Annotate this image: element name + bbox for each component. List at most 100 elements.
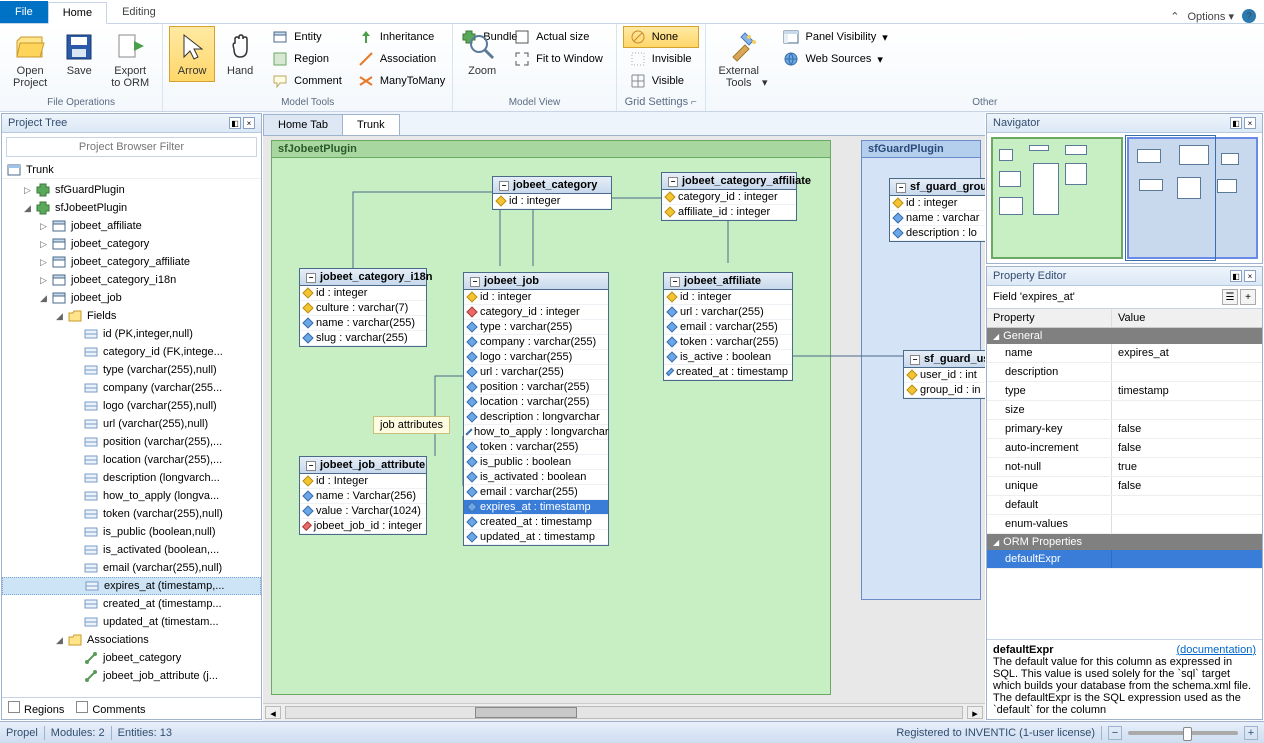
expander-icon[interactable] — [70, 527, 81, 538]
grid-none-button[interactable]: None — [623, 26, 699, 48]
edit-button[interactable]: ☰ — [1222, 289, 1238, 305]
field-row[interactable]: value : Varchar(1024) — [300, 504, 426, 519]
expander-icon[interactable]: ◢ — [54, 635, 65, 646]
entity-jobeet_category_affiliate[interactable]: −jobeet_category_affiliatecategory_id : … — [661, 172, 797, 221]
tab-file[interactable]: File — [0, 1, 48, 23]
manytomany-tool-button[interactable]: ManyToMany — [351, 70, 452, 92]
zoom-out-button[interactable]: − — [1108, 726, 1122, 740]
entity-tool-button[interactable]: Entity — [265, 26, 349, 48]
tree-item[interactable]: ◢Fields — [2, 307, 261, 325]
documentation-link[interactable]: (documentation) — [1176, 644, 1256, 656]
property-row[interactable]: size — [987, 401, 1262, 420]
property-row[interactable]: uniquefalse — [987, 477, 1262, 496]
property-row[interactable]: typetimestamp — [987, 382, 1262, 401]
tree-item[interactable]: type (varchar(255),null) — [2, 361, 261, 379]
property-row[interactable]: default — [987, 496, 1262, 515]
add-button[interactable]: + — [1240, 289, 1256, 305]
expander-icon[interactable] — [70, 671, 81, 682]
field-row[interactable]: name : varchar — [890, 211, 985, 226]
tree-item[interactable]: logo (varchar(255),null) — [2, 397, 261, 415]
expander-icon[interactable]: ▷ — [22, 185, 33, 196]
panel-visibility-button[interactable]: Panel Visibility ▾ — [776, 26, 894, 48]
tree-item[interactable]: jobeet_category — [2, 649, 261, 667]
section-general[interactable]: General — [987, 328, 1262, 344]
field-row[interactable]: name : varchar(255) — [300, 316, 426, 331]
field-row[interactable]: token : varchar(255) — [464, 440, 608, 455]
tab-editing[interactable]: Editing — [107, 1, 171, 23]
navigator-body[interactable] — [987, 133, 1262, 263]
expander-icon[interactable] — [70, 563, 81, 574]
comment-tool-button[interactable]: Comment — [265, 70, 349, 92]
help-icon[interactable]: ? — [1242, 9, 1256, 23]
field-row[interactable]: culture : varchar(7) — [300, 301, 426, 316]
field-row[interactable]: created_at : timestamp — [464, 515, 608, 530]
regions-checkbox[interactable]: Regions — [8, 701, 64, 716]
expander-icon[interactable]: ▷ — [38, 221, 49, 232]
tree-item[interactable]: ◢jobeet_job — [2, 289, 261, 307]
external-tools-button[interactable]: External Tools ▾ — [712, 26, 775, 94]
tree-item[interactable]: company (varchar(255... — [2, 379, 261, 397]
property-row[interactable]: defaultExpr — [987, 550, 1262, 569]
zoom-slider[interactable] — [1128, 731, 1238, 735]
grid-visible-button[interactable]: Visible — [623, 70, 699, 92]
tree-item[interactable]: ▷jobeet_category — [2, 235, 261, 253]
expander-icon[interactable] — [70, 653, 81, 664]
tree-item[interactable]: ◢Associations — [2, 631, 261, 649]
property-row[interactable]: description — [987, 363, 1262, 382]
note-job-attributes[interactable]: job attributes — [373, 416, 450, 434]
comments-checkbox[interactable]: Comments — [76, 701, 145, 716]
tab-trunk[interactable]: Trunk — [342, 114, 400, 135]
tree-item[interactable]: expires_at (timestamp,... — [2, 577, 261, 595]
tab-home-tab[interactable]: Home Tab — [263, 114, 343, 135]
collapse-ribbon-icon[interactable]: ⌃ — [1170, 10, 1179, 23]
tab-home[interactable]: Home — [48, 2, 107, 24]
field-row[interactable]: email : varchar(255) — [464, 485, 608, 500]
entity-sf_guard_group[interactable]: −sf_guard_groupid : integername : varcha… — [889, 178, 985, 242]
tree-item[interactable]: ▷jobeet_category_i18n — [2, 271, 261, 289]
property-row[interactable]: primary-keyfalse — [987, 420, 1262, 439]
property-grid[interactable]: General nameexpires_atdescriptiontypetim… — [987, 328, 1262, 639]
expander-icon[interactable] — [71, 581, 82, 592]
tree-item[interactable]: is_public (boolean,null) — [2, 523, 261, 541]
expander-icon[interactable]: ◢ — [54, 311, 65, 322]
expander-icon[interactable] — [70, 509, 81, 520]
field-row[interactable]: jobeet_job_id : integer — [300, 519, 426, 534]
entity-jobeet_job[interactable]: −jobeet_jobid : integercategory_id : int… — [463, 272, 609, 546]
fit-window-button[interactable]: Fit to Window — [507, 48, 610, 70]
tree-item[interactable]: is_activated (boolean,... — [2, 541, 261, 559]
tree-item[interactable]: description (longvarch... — [2, 469, 261, 487]
tree-item[interactable]: email (varchar(255),null) — [2, 559, 261, 577]
expander-icon[interactable] — [70, 347, 81, 358]
expander-icon[interactable] — [70, 617, 81, 628]
expander-icon[interactable] — [70, 491, 81, 502]
close-icon[interactable]: × — [1244, 270, 1256, 282]
expander-icon[interactable] — [70, 365, 81, 376]
field-row[interactable]: id : integer — [664, 290, 792, 305]
tree-root[interactable]: Trunk — [26, 164, 54, 176]
field-row[interactable]: id : integer — [464, 290, 608, 305]
zoom-in-button[interactable]: + — [1244, 726, 1258, 740]
expander-icon[interactable]: ▷ — [38, 257, 49, 268]
close-icon[interactable]: × — [243, 117, 255, 129]
export-orm-button[interactable]: Export to ORM — [104, 26, 156, 94]
tree-item[interactable]: id (PK,integer,null) — [2, 325, 261, 343]
hand-tool-button[interactable]: Hand — [217, 26, 263, 82]
entity-jobeet_job_attribute[interactable]: −jobeet_job_attributeid : Integername : … — [299, 456, 427, 535]
field-row[interactable]: company : varchar(255) — [464, 335, 608, 350]
tree-item[interactable]: ▷jobeet_category_affiliate — [2, 253, 261, 271]
section-orm[interactable]: ORM Properties — [987, 534, 1262, 550]
field-row[interactable]: category_id : integer — [464, 305, 608, 320]
expander-icon[interactable] — [70, 419, 81, 430]
field-row[interactable]: url : varchar(255) — [464, 365, 608, 380]
expander-icon[interactable] — [70, 455, 81, 466]
field-row[interactable]: category_id : integer — [662, 190, 796, 205]
entity-jobeet_category_i18n[interactable]: −jobeet_category_i18nid : integerculture… — [299, 268, 427, 347]
web-sources-button[interactable]: Web Sources ▾ — [776, 48, 894, 70]
field-row[interactable]: affiliate_id : integer — [662, 205, 796, 220]
field-row[interactable]: id : integer — [493, 194, 611, 209]
tree-item[interactable]: how_to_apply (longva... — [2, 487, 261, 505]
field-row[interactable]: is_active : boolean — [664, 350, 792, 365]
field-row[interactable]: email : varchar(255) — [664, 320, 792, 335]
project-tree[interactable]: ▷sfGuardPlugin◢sfJobeetPlugin▷jobeet_aff… — [2, 179, 261, 697]
field-row[interactable]: description : lo — [890, 226, 985, 241]
